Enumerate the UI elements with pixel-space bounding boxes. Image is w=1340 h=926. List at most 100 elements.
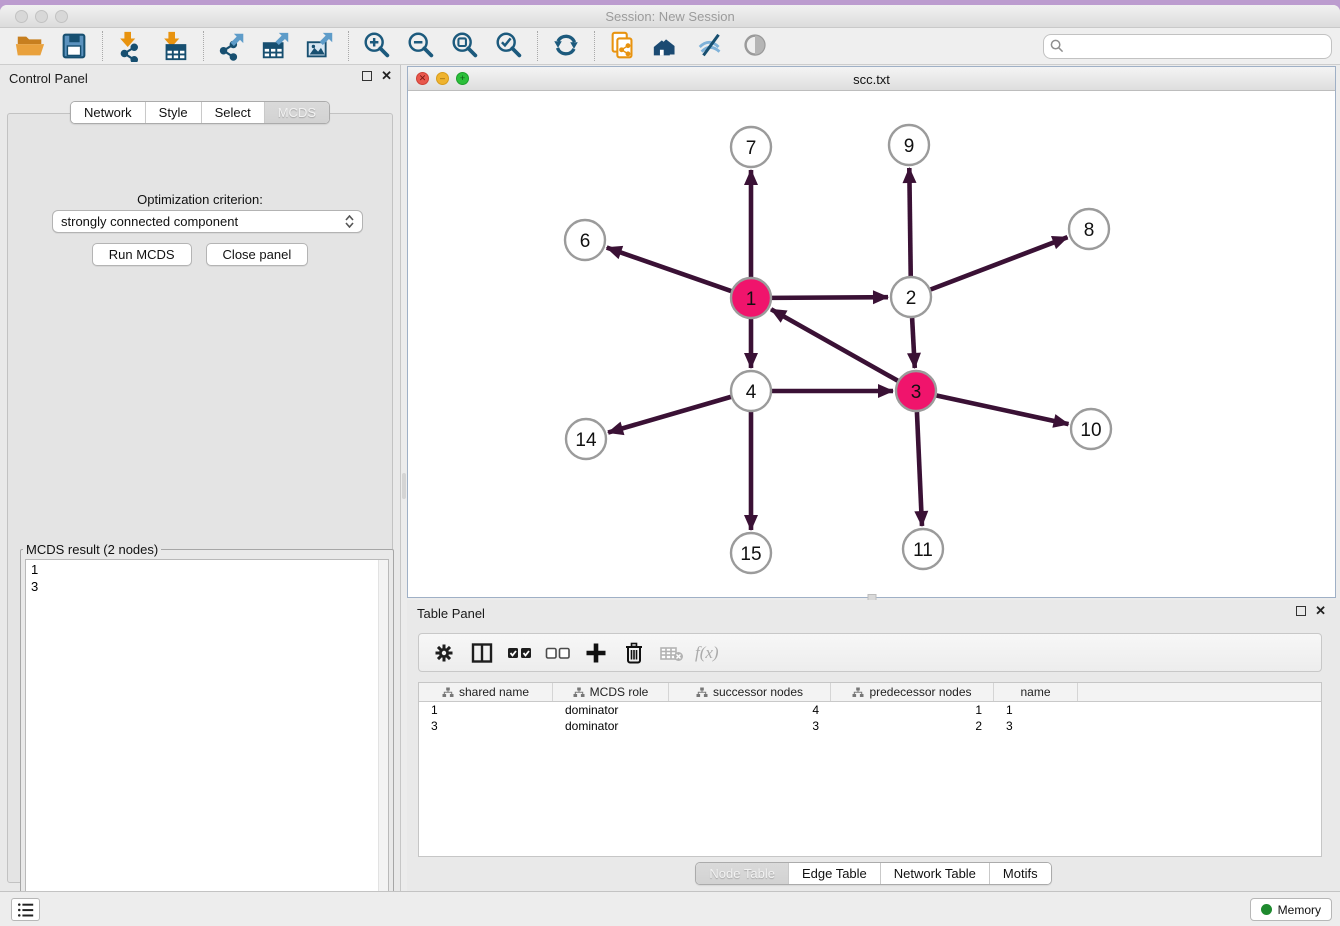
memory-button[interactable]: Memory [1250,898,1332,921]
column-header-shared-name[interactable]: shared name [419,683,553,701]
edge-3-11[interactable] [917,412,922,526]
search-box[interactable] [1043,34,1332,59]
node-4[interactable]: 4 [731,371,771,411]
table-body: 1dominator4113dominator323 [419,702,1321,734]
tab-mcds[interactable]: MCDS [264,102,329,123]
float-panel-icon[interactable] [362,71,372,81]
node-8[interactable]: 8 [1069,209,1109,249]
delete-row-icon[interactable] [617,638,651,668]
toolbar-separator [203,31,204,61]
tab-network-table[interactable]: Network Table [880,863,989,884]
tab-motifs[interactable]: Motifs [989,863,1051,884]
network-canvas[interactable]: 7 9 6 8 1 2 4 3 14 10 15 11 [408,91,1335,597]
import-network-icon[interactable] [109,28,153,64]
float-table-panel-icon[interactable] [1296,606,1306,616]
network-view-title: scc.txt [408,72,1335,87]
edge-1-6[interactable] [607,248,731,291]
zoom-out-icon[interactable] [399,28,443,64]
export-table-icon[interactable] [254,28,298,64]
toolbar-group [601,28,777,64]
zoom-selected-icon[interactable] [487,28,531,64]
toolbar-separator [102,31,103,61]
cell-MCDS-role[interactable]: dominator [553,718,669,734]
node-1[interactable]: 1 [731,278,771,318]
svg-text:10: 10 [1080,420,1101,441]
close-panel-button[interactable]: Close panel [206,243,309,266]
cell-predecessor-nodes[interactable]: 2 [831,718,994,734]
optimization-criterion-select[interactable]: strongly connected component [52,210,363,233]
open-session-icon[interactable] [8,28,52,64]
column-header-MCDS-role[interactable]: MCDS role [553,683,669,701]
apply-layout-icon[interactable] [544,28,588,64]
hide-selected-icon[interactable] [689,28,733,64]
show-details-icon[interactable] [733,28,777,64]
svg-text:6: 6 [580,231,591,252]
run-mcds-button[interactable]: Run MCDS [92,243,192,266]
node-2[interactable]: 2 [891,277,931,317]
column-header-predecessor-nodes[interactable]: predecessor nodes [831,683,994,701]
node-6[interactable]: 6 [565,220,605,260]
mcds-panel: Optimization criterion: strongly connect… [7,113,393,883]
edge-4-14[interactable] [608,397,731,433]
toolbar-group [109,28,197,64]
search-input[interactable] [1064,39,1325,54]
network-view-titlebar[interactable]: ✕ – + scc.txt [408,67,1335,91]
select-all-icon[interactable] [503,638,537,668]
window-title: Session: New Session [0,9,1340,24]
table-panel: Table Panel ✕ f(x) shared nameMCDS roles… [407,600,1340,891]
table-settings-icon[interactable] [427,638,461,668]
toolbar-group [8,28,96,64]
node-9[interactable]: 9 [889,125,929,165]
deselect-all-icon[interactable] [541,638,575,668]
cell-successor-nodes[interactable]: 3 [669,718,831,734]
edge-2-3[interactable] [912,318,915,368]
tab-node-table[interactable]: Node Table [696,863,788,884]
node-7[interactable]: 7 [731,127,771,167]
tab-network[interactable]: Network [71,102,145,123]
export-network-icon[interactable] [210,28,254,64]
zoom-in-icon[interactable] [355,28,399,64]
column-header-successor-nodes[interactable]: successor nodes [669,683,831,701]
node-11[interactable]: 11 [903,529,943,569]
toggle-columns-icon[interactable] [465,638,499,668]
import-table-icon[interactable] [153,28,197,64]
tab-edge-table[interactable]: Edge Table [788,863,880,884]
close-panel-icon[interactable]: ✕ [381,71,392,81]
select-stepper-icon [345,215,354,228]
node-15[interactable]: 15 [731,533,771,573]
first-neighbors-icon[interactable] [645,28,689,64]
node-14[interactable]: 14 [566,419,606,459]
zoom-fit-icon[interactable] [443,28,487,64]
edge-3-10[interactable] [937,395,1069,424]
save-session-icon[interactable] [52,28,96,64]
new-network-from-selection-icon[interactable] [601,28,645,64]
cell-name[interactable]: 1 [994,702,1078,718]
tab-select[interactable]: Select [201,102,264,123]
optimization-criterion-value: strongly connected component [61,214,238,229]
cell-predecessor-nodes[interactable]: 1 [831,702,994,718]
column-header-name[interactable]: name [994,683,1078,701]
edge-2-9[interactable] [909,168,910,276]
function-builder-icon: f(x) [693,638,727,668]
cell-shared-name[interactable]: 1 [419,702,553,718]
close-table-panel-icon[interactable]: ✕ [1315,606,1326,616]
cell-MCDS-role[interactable]: dominator [553,702,669,718]
cell-name[interactable]: 3 [994,718,1078,734]
main-toolbar-groups [8,28,777,64]
task-history-button[interactable] [11,898,40,921]
mcds-result-scrollbar[interactable] [378,560,388,919]
cell-shared-name[interactable]: 3 [419,718,553,734]
table-row-1[interactable]: 1dominator411 [419,702,1321,718]
edge-1-2[interactable] [772,297,888,298]
edge-2-8[interactable] [931,237,1068,289]
cell-successor-nodes[interactable]: 4 [669,702,831,718]
add-row-icon[interactable] [579,638,613,668]
export-image-icon[interactable] [298,28,342,64]
node-10[interactable]: 10 [1071,409,1111,449]
table-row-2[interactable]: 3dominator323 [419,718,1321,734]
node-3[interactable]: 3 [896,371,936,411]
panel-splitter-handle[interactable] [402,473,406,499]
edge-3-1[interactable] [771,309,898,380]
network-view-frame: ✕ – + scc.txt 7 9 6 8 1 2 4 3 14 10 15 11 [407,66,1336,598]
tab-style[interactable]: Style [145,102,201,123]
